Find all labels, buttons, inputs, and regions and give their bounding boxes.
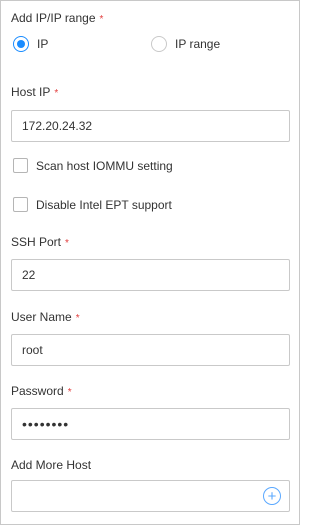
host-ip-label-text: Host IP [11,85,51,99]
radio-ip[interactable]: IP [13,36,48,52]
host-ip-label: Host IP * [11,85,58,99]
required-mark: * [54,88,59,99]
password-input[interactable]: •••••••• [11,408,290,440]
scan-iommu-label: Scan host IOMMU setting [36,158,173,173]
required-mark: * [75,313,80,324]
ip-range-label-text: Add IP/IP range [11,11,96,25]
user-name-value: root [22,343,43,357]
ssh-port-label-text: SSH Port [11,235,62,249]
scan-iommu-option[interactable]: Scan host IOMMU setting [13,158,173,173]
disable-ept-option[interactable]: Disable Intel EPT support [13,197,172,212]
host-ip-value: 172.20.24.32 [22,119,93,133]
radio-ip-range[interactable]: IP range [151,36,220,52]
user-name-input[interactable]: root [11,334,290,366]
radio-selected-dot [17,40,25,48]
add-host-form: Add IP/IP range * IP IP range Host IP * 17… [0,0,300,525]
radio-ip-range-circle[interactable] [151,36,167,52]
add-more-host-label-text: Add More Host [11,458,92,472]
ssh-port-label: SSH Port * [11,235,69,249]
host-ip-input[interactable]: 172.20.24.32 [11,110,290,142]
required-mark: * [99,14,104,25]
ip-type-radio-group: IP IP range [11,36,291,54]
add-more-host-label: Add More Host [11,458,91,472]
disable-ept-label: Disable Intel EPT support [36,197,172,212]
ssh-port-input[interactable]: 22 [11,259,290,291]
password-label-text: Password [11,384,64,398]
scan-iommu-checkbox[interactable] [13,158,28,173]
radio-ip-range-label: IP range [175,37,221,51]
required-mark: * [65,238,69,249]
user-name-label-text: User Name [11,310,72,324]
radio-ip-label: IP [37,37,49,51]
radio-ip-circle[interactable] [13,36,29,52]
user-name-label: User Name * [11,310,80,324]
required-mark: * [67,387,72,398]
ip-range-label: Add IP/IP range * [11,11,103,25]
password-value: •••••••• [22,416,70,432]
ssh-port-value: 22 [22,268,36,282]
password-label: Password * [11,384,72,398]
disable-ept-checkbox[interactable] [13,197,28,212]
plus-circle-icon[interactable]: + [263,487,281,505]
add-more-host-input[interactable]: + [11,480,290,512]
